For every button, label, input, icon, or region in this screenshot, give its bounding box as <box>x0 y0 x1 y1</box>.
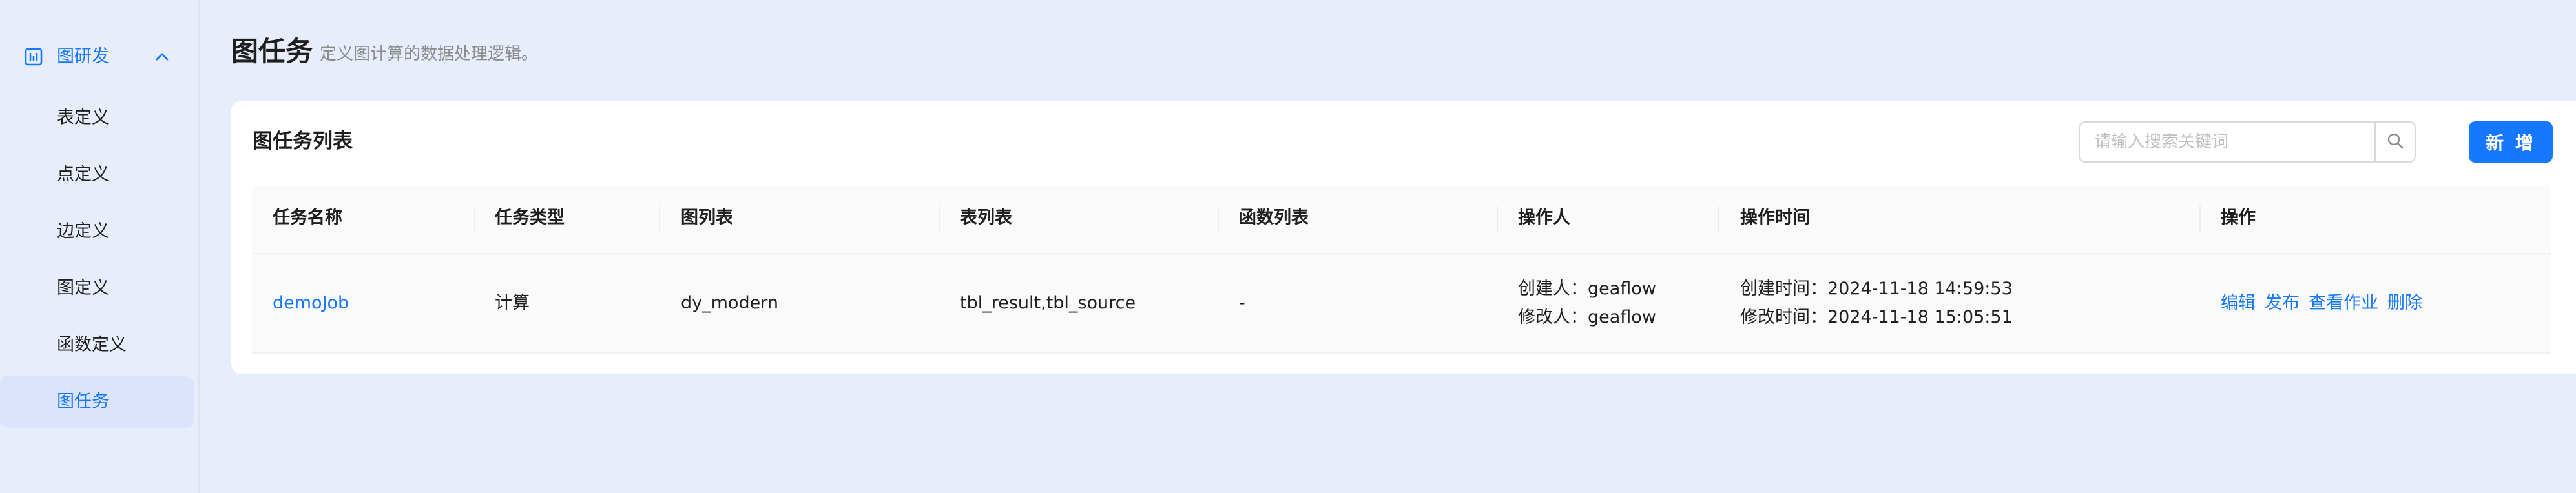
sidebar-item-label: 图任务 <box>57 392 109 412</box>
add-task-button[interactable]: 新 增 <box>2469 121 2553 163</box>
page-title: 图任务 <box>231 35 313 67</box>
delete-link[interactable]: 删除 <box>2387 293 2422 313</box>
view-job-link[interactable]: 查看作业 <box>2309 293 2378 313</box>
column-header-time: 操作时间 <box>1740 208 1810 228</box>
modifier-cell: 修改人：geaflow <box>1518 307 1656 327</box>
sidebar-item-label: 表定义 <box>57 108 109 128</box>
column-divider <box>1218 206 1219 232</box>
column-header-operator: 操作人 <box>1518 208 1570 228</box>
task-type-cell: 计算 <box>495 293 530 313</box>
task-table: 任务名称 任务类型 图列表 表列表 函数列表 操作人 操作时间 操作 demoJ… <box>252 185 2551 354</box>
column-header-actions: 操作 <box>2221 208 2256 228</box>
column-header-name: 任务名称 <box>273 208 342 228</box>
column-divider <box>1497 206 1498 232</box>
task-list-card: 图任务列表 新 增 任务名称 任务类型 图列表 <box>231 101 2576 374</box>
task-name-link[interactable]: demoJob <box>273 292 349 315</box>
page-subtitle: 定义图计算的数据处理逻辑。 <box>320 45 539 64</box>
menu-group-graph-dev[interactable]: 图研发 <box>0 34 200 80</box>
edit-link[interactable]: 编辑 <box>2221 293 2256 313</box>
chart-box-icon <box>25 48 43 66</box>
search-input[interactable] <box>2080 123 2376 161</box>
column-divider <box>474 206 475 232</box>
search-box <box>2079 121 2416 163</box>
sidebar-item-label: 点定义 <box>57 165 109 185</box>
column-divider <box>1718 206 1719 232</box>
sidebar: 图研发 表定义 点定义 边定义 图定义 函数定义 图任务 <box>0 0 200 493</box>
menu-group-label: 图研发 <box>57 46 109 66</box>
sidebar-item-label: 图定义 <box>57 278 109 298</box>
sidebar-item-vertex-def[interactable]: 点定义 <box>0 149 194 201</box>
table-header: 任务名称 任务类型 图列表 表列表 函数列表 操作人 操作时间 操作 <box>252 185 2551 254</box>
tables-cell: tbl_result,tbl_source <box>960 293 1136 313</box>
search-button[interactable] <box>2376 123 2415 161</box>
table-row: demoJob 计算 dy_modern tbl_result,tbl_sour… <box>252 254 2551 354</box>
column-divider <box>939 206 940 232</box>
sidebar-item-edge-def[interactable]: 边定义 <box>0 206 194 257</box>
chevron-up-icon[interactable] <box>154 49 171 65</box>
column-divider <box>659 206 660 232</box>
column-header-graphs: 图列表 <box>681 208 733 228</box>
sidebar-item-graph-task[interactable]: 图任务 <box>0 376 194 428</box>
sidebar-item-table-def[interactable]: 表定义 <box>0 92 194 144</box>
search-icon <box>2386 132 2404 152</box>
publish-link[interactable]: 发布 <box>2265 293 2300 313</box>
card-title: 图任务列表 <box>253 130 353 153</box>
column-divider <box>2199 206 2201 232</box>
column-header-type: 任务类型 <box>495 208 565 228</box>
app-root: 图研发 表定义 点定义 边定义 图定义 函数定义 图任务 图任务 定义图计算的数… <box>0 0 2576 493</box>
column-header-tables: 表列表 <box>960 208 1012 228</box>
creator-cell: 创建人：geaflow <box>1518 279 1656 299</box>
column-header-functions: 函数列表 <box>1239 208 1309 228</box>
created-time-cell: 创建时间：2024-11-18 14:59:53 <box>1740 279 2013 299</box>
sidebar-item-function-def[interactable]: 函数定义 <box>0 319 194 371</box>
actions-cell: 编辑 发布 查看作业 删除 <box>2221 292 2431 315</box>
sidebar-item-graph-def[interactable]: 图定义 <box>0 263 194 314</box>
sidebar-item-label: 函数定义 <box>57 335 127 355</box>
graphs-cell: dy_modern <box>681 293 778 313</box>
sidebar-item-label: 边定义 <box>57 221 109 241</box>
functions-cell: - <box>1239 293 1245 313</box>
modified-time-cell: 修改时间：2024-11-18 15:05:51 <box>1740 307 2013 327</box>
